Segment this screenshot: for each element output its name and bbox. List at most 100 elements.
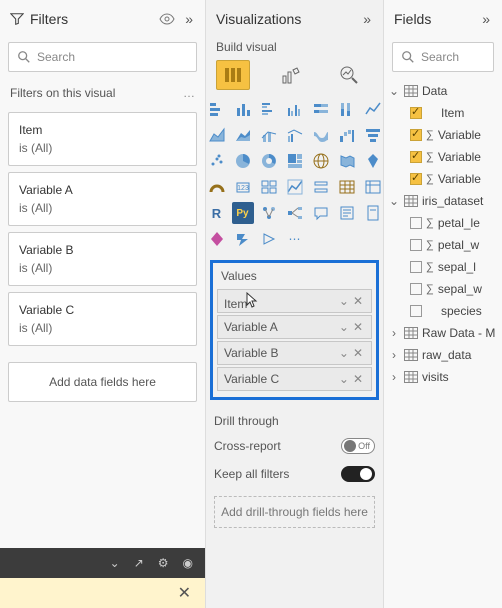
chevron-down-icon[interactable]: ⌄ bbox=[337, 320, 351, 334]
viz-decomposition-icon[interactable] bbox=[284, 202, 306, 224]
filters-search[interactable]: Search bbox=[8, 42, 197, 72]
close-icon[interactable]: ✕ bbox=[178, 583, 191, 603]
viz-stacked-column-icon[interactable] bbox=[232, 98, 254, 120]
viz-multi-card-icon[interactable] bbox=[258, 176, 280, 198]
viz-paginated-icon[interactable] bbox=[362, 202, 384, 224]
build-tab-fields[interactable] bbox=[216, 60, 250, 90]
field-checkbox[interactable] bbox=[410, 129, 422, 141]
table-row[interactable]: ⌄Data bbox=[388, 80, 500, 102]
viz-100-column-icon[interactable] bbox=[336, 98, 358, 120]
remove-icon[interactable]: ✕ bbox=[351, 320, 365, 334]
viz-kpi-icon[interactable] bbox=[284, 176, 306, 198]
table-row[interactable]: ›visits bbox=[388, 366, 500, 388]
value-field-row[interactable]: Variable B⌄✕ bbox=[217, 341, 372, 365]
viz-python-icon[interactable]: Py bbox=[232, 202, 254, 224]
cross-report-toggle[interactable]: Off bbox=[341, 438, 375, 454]
viz-qa-icon[interactable] bbox=[310, 202, 332, 224]
viz-powerapps-icon[interactable] bbox=[206, 228, 228, 250]
viz-card-icon[interactable]: 123 bbox=[232, 176, 254, 198]
build-tab-format[interactable] bbox=[274, 60, 308, 90]
viz-scatter-icon[interactable] bbox=[206, 150, 228, 172]
viz-clustered-column-icon[interactable] bbox=[284, 98, 306, 120]
field-row[interactable]: ∑Variable bbox=[388, 168, 500, 190]
field-row[interactable]: ∑sepal_l bbox=[388, 256, 500, 278]
viz-funnel-icon[interactable] bbox=[362, 124, 384, 146]
field-row[interactable]: Item bbox=[388, 102, 500, 124]
viz-slicer-icon[interactable] bbox=[310, 176, 332, 198]
viz-key-influencers-icon[interactable] bbox=[258, 202, 280, 224]
viz-table-icon[interactable] bbox=[336, 176, 358, 198]
chevron-down-icon[interactable]: ⌄ bbox=[337, 294, 351, 308]
viz-line-clustered-icon[interactable] bbox=[284, 124, 306, 146]
field-checkbox[interactable] bbox=[410, 261, 422, 273]
add-filter-fields[interactable]: Add data fields here bbox=[8, 362, 197, 402]
value-field-row[interactable]: Variable A⌄✕ bbox=[217, 315, 372, 339]
remove-icon[interactable]: ✕ bbox=[351, 346, 365, 360]
filter-card[interactable]: Variable Bis (All) bbox=[8, 232, 197, 286]
collapse-icon[interactable]: » bbox=[359, 11, 375, 27]
chevron-right-icon[interactable]: › bbox=[388, 326, 400, 340]
build-tab-analytics[interactable] bbox=[332, 60, 366, 90]
viz-r-icon[interactable]: R bbox=[206, 202, 228, 224]
field-checkbox[interactable] bbox=[410, 151, 422, 163]
field-row[interactable]: ∑Variable bbox=[388, 146, 500, 168]
viz-100-bar-icon[interactable] bbox=[310, 98, 332, 120]
viz-automate-icon[interactable] bbox=[232, 228, 254, 250]
viz-ribbon-icon[interactable] bbox=[310, 124, 332, 146]
table-row[interactable]: ⌄iris_dataset bbox=[388, 190, 500, 212]
chevron-right-icon[interactable]: › bbox=[388, 348, 400, 362]
viz-clustered-bar-icon[interactable] bbox=[258, 98, 280, 120]
eye-icon[interactable] bbox=[159, 13, 181, 25]
field-row[interactable]: ∑Variable bbox=[388, 124, 500, 146]
viz-stacked-area-icon[interactable] bbox=[232, 124, 254, 146]
field-checkbox[interactable] bbox=[410, 107, 422, 119]
viz-line-column-icon[interactable] bbox=[258, 124, 280, 146]
more-icon[interactable]: … bbox=[183, 86, 195, 100]
collapse-icon[interactable]: » bbox=[478, 11, 494, 27]
filter-card[interactable]: Variable Ais (All) bbox=[8, 172, 197, 226]
viz-narrative-icon[interactable] bbox=[336, 202, 358, 224]
chevron-right-icon[interactable]: › bbox=[388, 370, 400, 384]
viz-gauge-icon[interactable] bbox=[206, 176, 228, 198]
chevron-down-icon[interactable]: ⌄ bbox=[388, 194, 400, 208]
filter-card[interactable]: Variable Cis (All) bbox=[8, 292, 197, 346]
collapse-icon[interactable]: » bbox=[181, 11, 197, 27]
viz-matrix-icon[interactable] bbox=[362, 176, 384, 198]
viz-map-icon[interactable] bbox=[310, 150, 332, 172]
table-row[interactable]: ›raw_data bbox=[388, 344, 500, 366]
fields-search[interactable]: Search bbox=[392, 42, 494, 72]
viz-line-icon[interactable] bbox=[362, 98, 384, 120]
gear-icon[interactable]: ⚙ bbox=[158, 556, 169, 570]
viz-azure-map-icon[interactable] bbox=[362, 150, 384, 172]
keep-filters-toggle[interactable] bbox=[341, 466, 375, 482]
field-checkbox[interactable] bbox=[410, 239, 422, 251]
field-row[interactable]: ∑petal_le bbox=[388, 212, 500, 234]
field-checkbox[interactable] bbox=[410, 283, 422, 295]
field-checkbox[interactable] bbox=[410, 217, 422, 229]
viz-waterfall-icon[interactable] bbox=[336, 124, 358, 146]
viz-filled-map-icon[interactable] bbox=[336, 150, 358, 172]
value-field-row[interactable]: Variable C⌄✕ bbox=[217, 367, 372, 391]
viz-more-icon[interactable]: ⋯ bbox=[284, 228, 306, 250]
field-row[interactable]: species bbox=[388, 300, 500, 322]
viz-donut-icon[interactable] bbox=[258, 150, 280, 172]
field-row[interactable]: ∑petal_w bbox=[388, 234, 500, 256]
field-checkbox[interactable] bbox=[410, 173, 422, 185]
chevron-down-icon[interactable]: ⌄ bbox=[337, 372, 351, 386]
remove-icon[interactable]: ✕ bbox=[351, 372, 365, 386]
remove-icon[interactable]: ✕ bbox=[351, 294, 365, 308]
chevron-down-icon[interactable]: ⌄ bbox=[110, 556, 120, 570]
chevron-down-icon[interactable]: ⌄ bbox=[388, 84, 400, 98]
viz-stacked-bar-icon[interactable] bbox=[206, 98, 228, 120]
field-checkbox[interactable] bbox=[410, 305, 422, 317]
viz-pie-icon[interactable] bbox=[232, 150, 254, 172]
chevron-down-icon[interactable]: ⌄ bbox=[337, 346, 351, 360]
focus-icon[interactable]: ◉ bbox=[183, 556, 193, 570]
value-field-row[interactable]: Item⌄✕ bbox=[217, 289, 372, 313]
viz-area-icon[interactable] bbox=[206, 124, 228, 146]
viz-goals-icon[interactable] bbox=[258, 228, 280, 250]
filter-card[interactable]: Itemis (All) bbox=[8, 112, 197, 166]
viz-treemap-icon[interactable] bbox=[284, 150, 306, 172]
table-row[interactable]: ›Raw Data - M bbox=[388, 322, 500, 344]
arrow-icon[interactable]: ↗ bbox=[134, 556, 144, 570]
